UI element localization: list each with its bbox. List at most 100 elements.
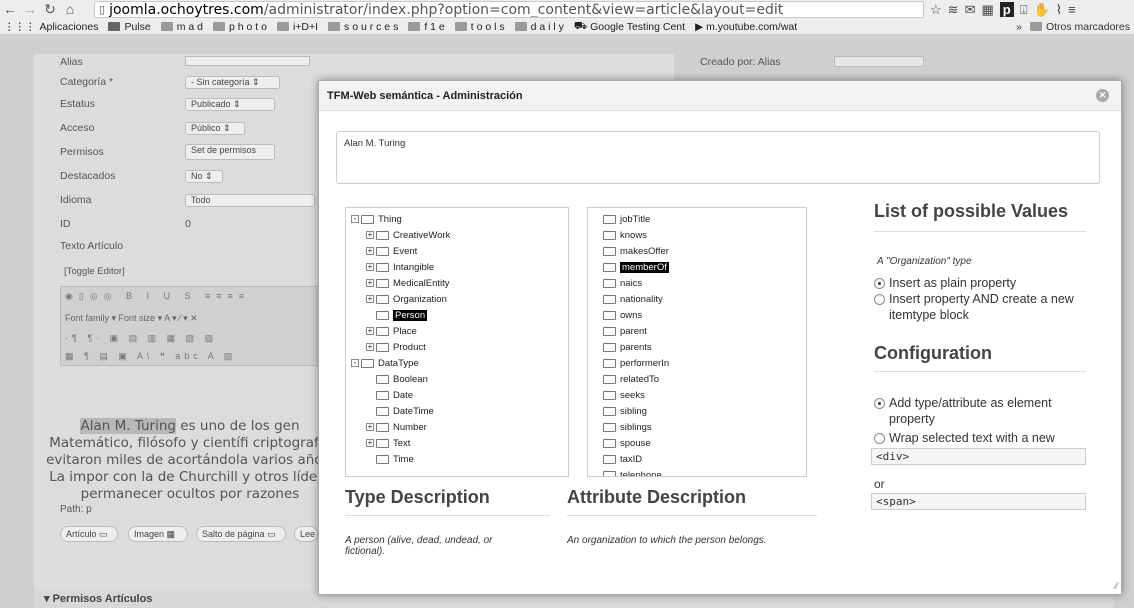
attribute-node[interactable]: makesOffer — [593, 243, 806, 259]
editor-content[interactable]: Alan M. Turing es uno de los gen Matemát… — [45, 418, 335, 503]
destacados-select[interactable]: No ⇕ — [185, 170, 223, 183]
bookmark-google-testing[interactable]: ⛟ Google Testing Cent — [574, 20, 685, 34]
type-node[interactable]: Time — [351, 451, 568, 467]
radio-checked-icon[interactable] — [874, 398, 885, 409]
articulo-button[interactable]: Artículo ▭ — [60, 526, 118, 542]
type-node[interactable]: + CreativeWork — [351, 227, 568, 243]
attribute-node[interactable]: naics — [593, 275, 806, 291]
expand-icon[interactable]: + — [366, 423, 374, 431]
type-node[interactable]: + Number — [351, 419, 568, 435]
attribute-node[interactable]: sibling — [593, 403, 806, 419]
estatus-select[interactable]: Publicado ⇕ — [185, 98, 275, 111]
attribute-node[interactable]: owns — [593, 307, 806, 323]
attribute-node[interactable]: parent — [593, 323, 806, 339]
attribute-node[interactable]: taxID — [593, 451, 806, 467]
bookmark-folder[interactable]: s o u r c e s — [328, 21, 398, 33]
option-plain-property[interactable]: Insert as plain property — [874, 275, 1094, 291]
bookmark-folder[interactable]: d a i l y — [514, 21, 564, 33]
idioma-select[interactable]: Todo — [185, 194, 315, 207]
collapse-icon[interactable]: - — [351, 359, 359, 367]
categoria-select[interactable]: - Sin categoría ⇕ — [185, 76, 280, 89]
type-node[interactable]: Date — [351, 387, 568, 403]
expand-icon[interactable]: + — [366, 439, 374, 447]
attribute-node[interactable]: parents — [593, 339, 806, 355]
menu-icon[interactable]: ≡ — [1068, 2, 1076, 17]
selected-text-area[interactable]: Alan M. Turing — [336, 131, 1100, 184]
attribute-node[interactable]: performerIn — [593, 355, 806, 371]
expand-icon[interactable]: + — [366, 279, 374, 287]
pulse-icon[interactable]: ⌇ — [1056, 2, 1062, 18]
close-icon[interactable]: ✕ — [1096, 89, 1109, 102]
expand-icon[interactable]: + — [366, 247, 374, 255]
attribute-node[interactable]: memberOf — [593, 259, 806, 275]
type-node[interactable]: + Intangible — [351, 259, 568, 275]
creado-por-input[interactable] — [834, 56, 924, 67]
type-node[interactable]: Person — [351, 307, 568, 323]
acceso-select[interactable]: Público ⇕ — [185, 122, 245, 135]
type-node[interactable]: - DataType — [351, 355, 568, 371]
type-node[interactable]: + Organization — [351, 291, 568, 307]
back-icon[interactable]: ← — [0, 0, 20, 19]
type-node[interactable]: + Place — [351, 323, 568, 339]
attribute-node[interactable]: spouse — [593, 435, 806, 451]
attribute-node[interactable]: telephone — [593, 467, 806, 476]
bookmark-folder[interactable]: f 1 e — [408, 21, 445, 33]
attribute-node[interactable]: seeks — [593, 387, 806, 403]
font-size-select[interactable]: Font size — [119, 313, 156, 323]
chart-icon[interactable]: ▦ — [981, 2, 993, 18]
expand-icon[interactable]: + — [366, 295, 374, 303]
p-icon[interactable]: p — [999, 2, 1014, 17]
bookmark-folder[interactable]: t o o l s — [454, 21, 505, 33]
config-wrap-text[interactable]: Wrap selected text with a new — [874, 430, 1089, 446]
toolbar-row-4[interactable]: ▦ ¶ ▤ ▣ A\ ❝ abc A ▧ — [65, 351, 236, 362]
type-node[interactable]: + MedicalEntity — [351, 275, 568, 291]
type-node[interactable]: + Text — [351, 435, 568, 451]
buffer-icon[interactable]: ≋ — [948, 2, 959, 18]
download-icon[interactable]: ⍗ — [1020, 2, 1028, 18]
type-node[interactable]: + Event — [351, 243, 568, 259]
attribute-node[interactable]: jobTitle — [593, 211, 806, 227]
font-family-select[interactable]: Font family — [65, 313, 109, 323]
attribute-tree[interactable]: jobTitle knows makesOffer memberOf naics nati… — [587, 207, 807, 477]
type-node[interactable]: + Product — [351, 339, 568, 355]
bookmark-youtube[interactable]: ▶ m.youtube.com/wat — [695, 21, 797, 33]
expand-icon[interactable]: + — [366, 231, 374, 239]
type-node[interactable]: - Thing — [351, 211, 568, 227]
type-node[interactable]: DateTime — [351, 403, 568, 419]
bookmark-folder[interactable]: i+D+I — [276, 21, 318, 33]
reload-icon[interactable]: ↻ — [40, 0, 60, 19]
attribute-node[interactable]: nationality — [593, 291, 806, 307]
span-tag-field[interactable]: <span> — [871, 493, 1086, 510]
salto-pagina-button[interactable]: Salto de página ▭ — [196, 526, 286, 542]
bookmark-folder[interactable]: m a d — [160, 21, 203, 33]
div-tag-field[interactable]: <div> — [871, 448, 1086, 465]
attribute-node[interactable]: relatedTo — [593, 371, 806, 387]
expand-icon[interactable]: + — [366, 263, 374, 271]
config-element-property[interactable]: Add type/attribute as element property — [874, 395, 1084, 427]
expand-icon[interactable]: + — [366, 343, 374, 351]
permisos-button[interactable]: Set de permisos — [185, 144, 275, 160]
toolbar-row-1[interactable]: ◉▯◎◎ B I U S ≡≡≡≡ — [65, 291, 250, 302]
attribute-node[interactable]: knows — [593, 227, 806, 243]
forward-icon[interactable]: → — [20, 0, 40, 19]
radio-icon[interactable] — [874, 294, 885, 305]
bookmark-apps[interactable]: Aplicaciones — [40, 21, 99, 33]
leer-mas-button[interactable]: Lee — [294, 526, 318, 542]
mail-icon[interactable]: ✉ — [965, 2, 976, 18]
other-bookmarks[interactable]: » Otros marcadores — [1016, 19, 1130, 34]
apps-icon[interactable]: ⋮⋮⋮ — [4, 21, 36, 33]
attribute-node[interactable]: siblings — [593, 419, 806, 435]
type-tree[interactable]: - Thing + CreativeWork + Event + Intangible + Med… — [345, 207, 569, 477]
alias-input[interactable] — [185, 56, 310, 66]
radio-checked-icon[interactable] — [874, 278, 885, 289]
bookmark-folder[interactable]: p h o t o — [212, 21, 267, 33]
type-node[interactable]: Boolean — [351, 371, 568, 387]
resize-handle-icon[interactable]: ⁄⁄ — [1115, 581, 1118, 591]
star-icon[interactable]: ☆ — [930, 2, 942, 18]
url-bar[interactable]: ▯ joomla.ochoytres.com /administrator/in… — [94, 1, 924, 18]
extension-icon[interactable]: ✋ — [1034, 2, 1050, 18]
collapse-icon[interactable]: - — [351, 215, 359, 223]
toggle-editor-link[interactable]: [Toggle Editor] — [64, 266, 125, 277]
radio-icon[interactable] — [874, 433, 885, 444]
imagen-button[interactable]: Imagen ▦ — [128, 526, 188, 542]
